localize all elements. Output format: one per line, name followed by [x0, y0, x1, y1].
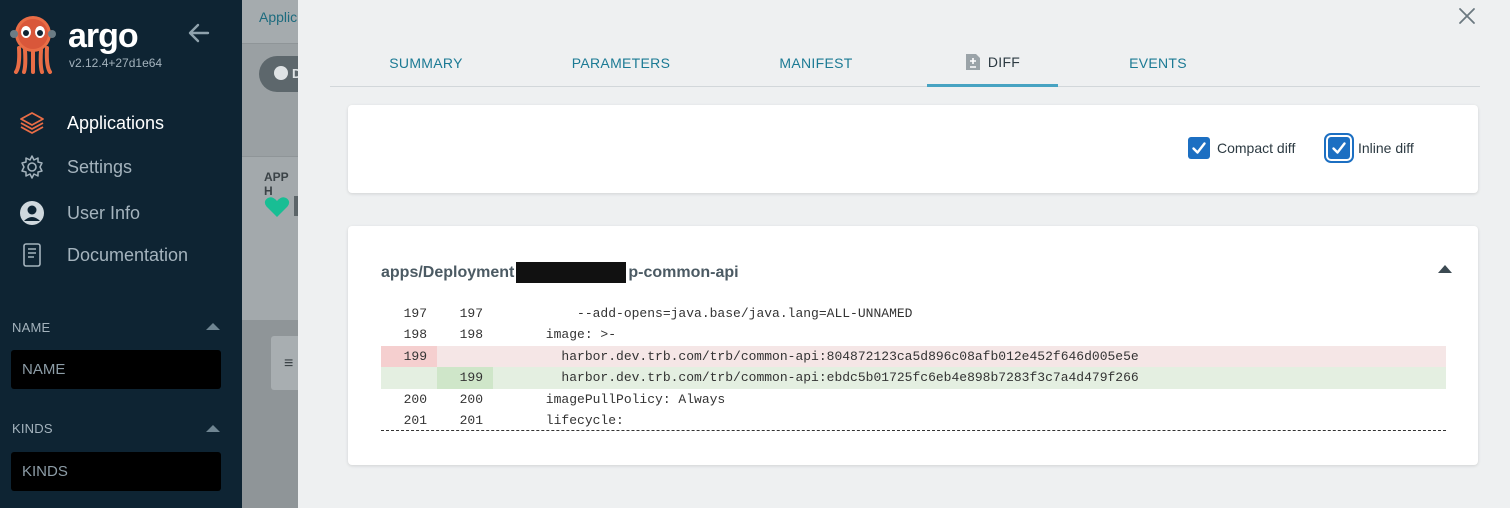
diff-card: apps/Deployment p-common-api 197 197 --a… [348, 226, 1478, 465]
diff-line: 197 197 --add-opens=java.base/java.lang=… [381, 303, 1446, 324]
name-filter-title: NAME [12, 320, 51, 335]
diff-line-code: harbor.dev.trb.com/trb/common-api:ebdc5b… [499, 370, 1139, 386]
old-line-number: 197 [403, 306, 427, 321]
old-line-number: 201 [403, 412, 427, 428]
tab-summary[interactable]: SUMMARY [368, 40, 484, 86]
inline-diff-label[interactable]: Inline diff [1358, 140, 1414, 156]
sidebar-item-applications[interactable]: Applications [0, 103, 242, 143]
tab-events[interactable]: EVENTS [1110, 40, 1206, 86]
kinds-filter-title: KINDS [12, 421, 53, 436]
diff-line-code: image: >- [499, 327, 617, 343]
checkmark-icon [1192, 142, 1206, 154]
name-filter-input[interactable] [11, 350, 221, 389]
name-filter-collapse-icon[interactable] [206, 323, 220, 330]
sidebar-item-label: Applications [67, 112, 165, 133]
close-icon[interactable] [1456, 5, 1478, 27]
panel-tabs: SUMMARY PARAMETERS MANIFEST DIFF EVENTS [330, 40, 1480, 87]
diff-line: 198 198 image: >- [381, 324, 1446, 345]
old-line-number: 199 [381, 345, 437, 368]
diff-line-code: harbor.dev.trb.com/trb/common-api:804872… [499, 348, 1139, 364]
new-line-number: 198 [459, 327, 483, 343]
checkmark-icon [1332, 142, 1346, 154]
sidebar-item-documentation[interactable]: Documentation [0, 235, 242, 275]
old-line-number: 200 [403, 391, 427, 407]
tab-manifest[interactable]: MANIFEST [760, 40, 872, 86]
diff-line-removed: 199 harbor.dev.trb.com/trb/common-api:80… [381, 345, 1446, 368]
brand-name: argo [68, 17, 139, 55]
user-icon [18, 199, 46, 227]
diff-line: 201 201 lifecycle: [381, 410, 1446, 432]
tab-diff-label: DIFF [987, 54, 1021, 70]
new-line-number: 197 [459, 306, 483, 321]
sidebar-item-label: Settings [67, 156, 133, 177]
inline-diff-checkbox[interactable] [1324, 133, 1354, 163]
redacted-block [516, 262, 627, 283]
collapse-diff-caret-icon[interactable] [1438, 265, 1452, 273]
sidebar-item-settings[interactable]: Settings [0, 147, 242, 187]
compact-diff-checkbox[interactable] [1188, 137, 1210, 159]
diff-line-code: lifecycle: [499, 412, 624, 428]
compact-diff-label[interactable]: Compact diff [1217, 140, 1295, 156]
diff-title-suffix: p-common-api [628, 263, 739, 281]
list-icon: ≡ [284, 355, 294, 372]
tab-diff[interactable]: DIFF [927, 40, 1058, 87]
sidebar: argo v2.12.4+27d1e64 Applications Settin… [0, 0, 242, 508]
collapse-sidebar-arrow-icon[interactable] [186, 20, 212, 46]
diff-resource-title: apps/Deployment p-common-api [381, 262, 739, 283]
diff-options-card: Compact diff Inline diff [348, 105, 1478, 193]
background-page-overlay[interactable]: Applic D APP H ≡ [242, 0, 298, 508]
resource-details-panel: SUMMARY PARAMETERS MANIFEST DIFF EVENTS … [298, 0, 1510, 508]
diff-line-added: 199 harbor.dev.trb.com/trb/common-api:eb… [381, 367, 1446, 389]
info-icon [274, 66, 288, 80]
kinds-filter-input[interactable] [11, 452, 221, 491]
diff-lines: 197 197 --add-opens=java.base/java.lang=… [381, 303, 1446, 432]
tab-parameters[interactable]: PARAMETERS [556, 40, 686, 86]
sidebar-item-label: Documentation [67, 244, 189, 265]
diff-line-code: --add-opens=java.base/java.lang=ALL-UNNA… [499, 306, 913, 321]
new-line-number: 199 [437, 367, 493, 389]
sidebar-item-label: User Info [67, 202, 141, 223]
layers-icon [18, 109, 46, 137]
heart-health-icon [264, 197, 290, 217]
diff-line: 200 200 imagePullPolicy: Always [381, 389, 1446, 410]
diff-line-code: imagePullPolicy: Always [499, 391, 726, 407]
app-health-label: APP H [264, 170, 289, 198]
breadcrumb: Applic [259, 9, 298, 25]
argo-octopus-logo[interactable] [10, 14, 56, 74]
gear-icon [18, 153, 46, 181]
diff-file-icon [965, 54, 980, 70]
sidebar-item-user-info[interactable]: User Info [0, 193, 242, 233]
version-label: v2.12.4+27d1e64 [69, 56, 163, 70]
book-icon [18, 241, 46, 269]
old-line-number: 198 [403, 327, 427, 343]
new-line-number: 201 [459, 412, 483, 428]
new-line-number: 200 [459, 391, 483, 407]
diff-title-prefix: apps/Deployment [381, 263, 515, 281]
kinds-filter-collapse-icon[interactable] [206, 425, 220, 432]
